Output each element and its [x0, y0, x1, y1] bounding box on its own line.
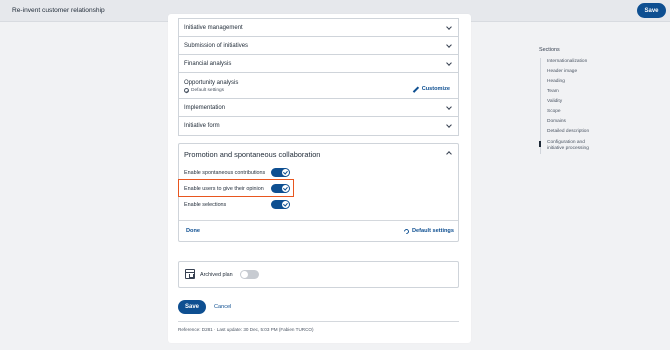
nav-item-heading[interactable]: Heading	[547, 79, 565, 85]
toggle-knob	[241, 271, 248, 278]
divider	[179, 220, 458, 221]
chevron-down-icon	[446, 104, 452, 110]
option-label: Enable selections	[184, 202, 227, 208]
nav-item-scope[interactable]: Scope	[547, 109, 561, 115]
accordion-label: Opportunity analysis	[184, 80, 239, 86]
header-save-button[interactable]: Save	[637, 3, 666, 18]
selections-toggle[interactable]	[271, 200, 290, 209]
reference-info: Reference: D281 · Last update: 30 Dec, 5…	[178, 327, 314, 332]
nav-item-team[interactable]: Team	[547, 89, 559, 95]
nav-track	[540, 58, 541, 154]
option-label: Enable spontaneous contributions	[184, 170, 266, 176]
default-settings-button[interactable]: Default settings	[402, 227, 454, 235]
chevron-down-icon	[446, 122, 452, 128]
done-button[interactable]: Done	[186, 228, 200, 234]
nav-item-detailed-description[interactable]: Detailed description	[547, 129, 589, 135]
page-title: Re-invent customer relationship	[12, 7, 105, 14]
archived-plan-toggle[interactable]	[240, 270, 259, 279]
default-settings-text: Default settings	[191, 88, 225, 93]
chevron-down-icon	[446, 24, 452, 30]
accordion-label: Financial analysis	[184, 61, 232, 67]
check-circle-icon	[184, 88, 189, 93]
accordion-opportunity-analysis[interactable]: Opportunity analysis Default settings Cu…	[178, 72, 459, 99]
archive-icon	[185, 269, 195, 279]
accordion-label: Submission of initiatives	[184, 43, 249, 49]
customize-label: Customize	[421, 86, 450, 92]
nav-item-domains[interactable]: Domains	[547, 119, 566, 125]
toggle-knob	[282, 169, 289, 176]
accordion-label: Initiative form	[184, 123, 220, 129]
customize-link[interactable]: Customize	[413, 86, 450, 92]
accordion-title: Promotion and spontaneous collaboration	[184, 150, 321, 159]
nav-item-internationalization[interactable]: Internationalization	[547, 59, 587, 65]
accordion-implementation[interactable]: Implementation	[178, 98, 459, 117]
spontaneous-contributions-toggle[interactable]	[271, 168, 290, 177]
toggle-knob	[282, 201, 289, 208]
accordion-financial-analysis[interactable]: Financial analysis	[178, 54, 459, 73]
nav-item-header-image[interactable]: Header image	[547, 69, 577, 75]
nav-item-configuration[interactable]: Configuration and initiative processing	[547, 140, 595, 152]
accordion-submission-of-initiatives[interactable]: Submission of initiatives	[178, 36, 459, 55]
save-button[interactable]: Save	[178, 300, 206, 314]
pencil-icon	[413, 86, 419, 92]
nav-item-validity[interactable]: Validity	[547, 99, 562, 105]
chevron-down-icon	[446, 42, 452, 48]
nav-active-indicator	[539, 141, 541, 147]
default-settings-label: Default settings	[412, 228, 454, 234]
chevron-up-icon[interactable]	[446, 151, 452, 157]
sections-title: Sections	[539, 47, 560, 53]
chevron-down-icon	[446, 60, 452, 66]
accordion-label: Initiative management	[184, 25, 243, 31]
accordion-label: Implementation	[184, 105, 226, 111]
divider	[178, 321, 459, 322]
accordion-initiative-form[interactable]: Initiative form	[178, 116, 459, 136]
highlight-box	[178, 179, 294, 197]
accordion-initiative-management[interactable]: Initiative management	[178, 18, 459, 37]
undo-icon	[402, 227, 411, 235]
cancel-button[interactable]: Cancel	[214, 304, 231, 310]
default-settings-status: Default settings	[184, 88, 224, 93]
archived-plan-label: Archived plan	[200, 272, 233, 278]
